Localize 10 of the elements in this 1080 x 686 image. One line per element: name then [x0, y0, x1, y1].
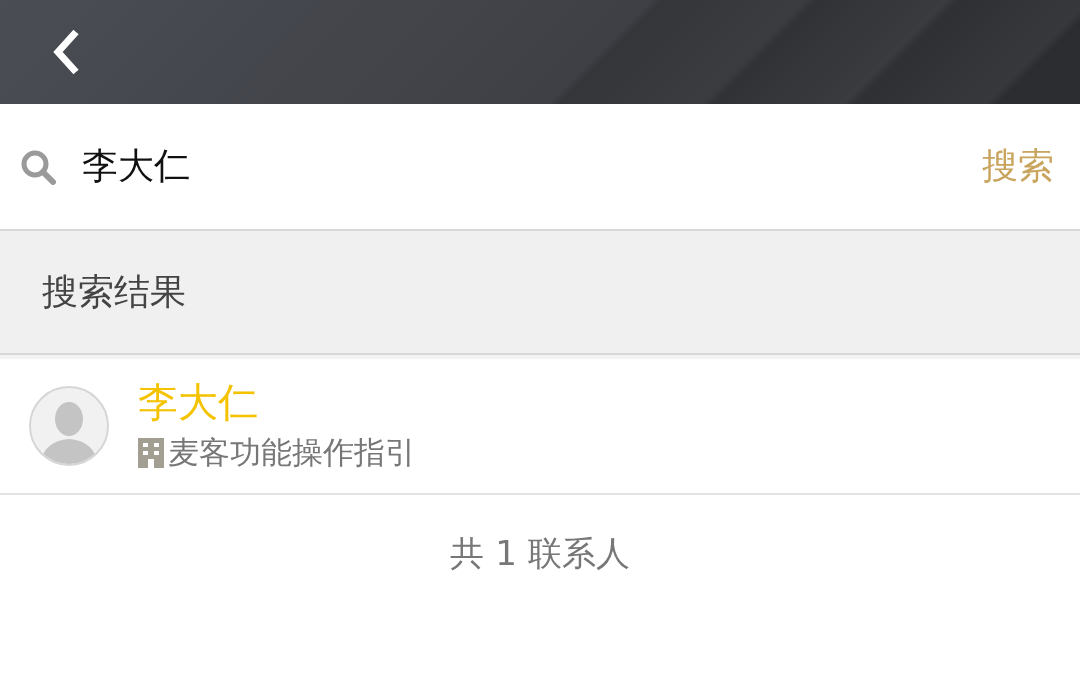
search-field[interactable]: 李大仁	[82, 146, 982, 187]
avatar-icon	[28, 385, 110, 467]
search-icon	[20, 148, 56, 185]
department-label: 麦客功能操作指引	[168, 433, 416, 472]
search-button[interactable]: 搜索	[982, 142, 1054, 191]
contact-name: 李大仁	[138, 378, 259, 426]
section-title: 搜索结果	[42, 269, 186, 314]
contact-count: 共 1 联系人	[450, 532, 630, 575]
building-icon	[138, 438, 164, 468]
contact-row[interactable]: 李大仁 麦客功能操作指引	[0, 355, 1080, 495]
